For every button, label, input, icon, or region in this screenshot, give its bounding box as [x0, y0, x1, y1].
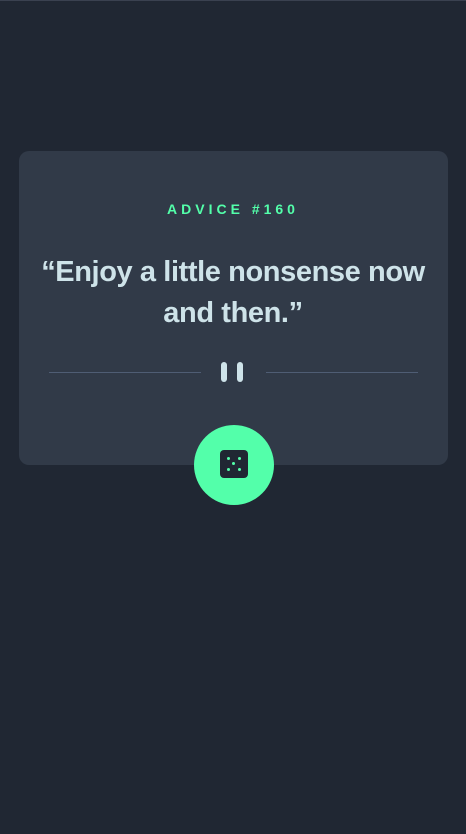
advice-quote: “Enjoy a little nonsense now and then.”	[41, 256, 425, 329]
top-border	[0, 0, 466, 1]
divider-right	[266, 372, 418, 373]
pause-icon	[221, 362, 247, 382]
divider-left	[49, 372, 201, 373]
generate-advice-button[interactable]	[194, 425, 274, 505]
pause-bar-right	[237, 362, 243, 382]
dice-icon	[220, 450, 248, 478]
pause-bar-left	[221, 362, 227, 382]
advice-number: ADVICE #160	[167, 201, 299, 217]
